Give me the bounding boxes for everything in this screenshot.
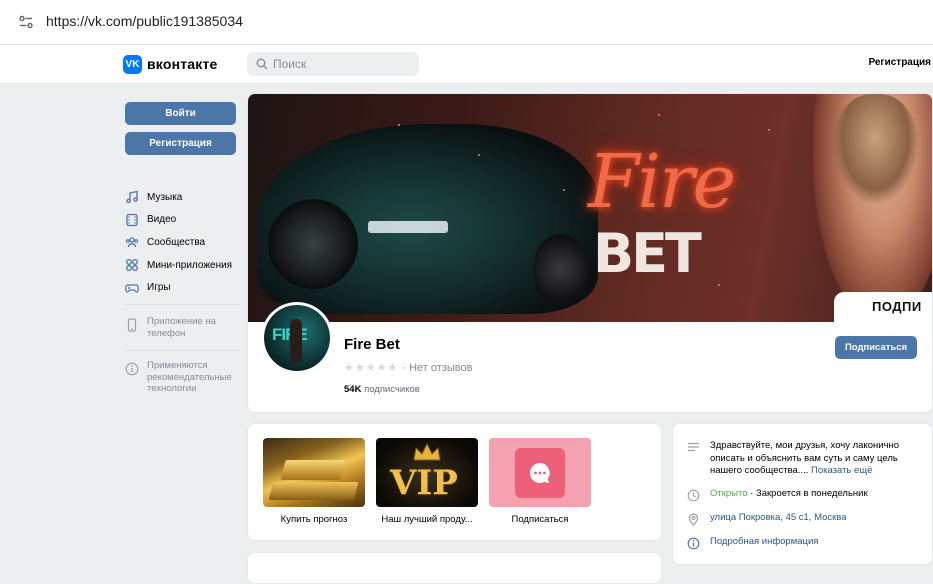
sidebar-item-label: Видео	[147, 214, 177, 226]
rec-note-text: Применяются рекомендательные технологии	[147, 360, 232, 394]
sidebar-item-video[interactable]: Видео	[125, 209, 240, 232]
sidebar-item-games[interactable]: Игры	[125, 276, 240, 299]
sidebar-item-label: Игры	[147, 282, 171, 294]
spark	[398, 124, 400, 126]
spark	[768, 129, 770, 131]
subscribers[interactable]: 54K подписчиков	[344, 384, 420, 395]
vk-logo-text: вконтакте	[147, 56, 218, 72]
info-icon	[687, 537, 700, 550]
star-icon: ★	[344, 362, 354, 374]
info-icon	[125, 362, 139, 376]
vk-logo-icon: VK	[123, 54, 142, 74]
subscribe-button[interactable]: Подписаться	[835, 336, 917, 359]
status-open: Открыто	[710, 488, 748, 499]
crown-icon	[413, 442, 441, 461]
sidebar-app-note[interactable]: Приложение на телефон	[125, 316, 217, 339]
url-field[interactable]: https://vk.com/public191385034	[46, 13, 243, 29]
cover-title-fire: Fire	[588, 139, 736, 225]
description-text: Здравствуйте, мои друзья, хочу лаконично…	[710, 440, 900, 476]
details-row: Подробная информация	[687, 536, 818, 550]
search-input[interactable]: Поиск	[247, 52, 419, 76]
sidebar-rec-note[interactable]: Применяются рекомендательные технологии	[125, 360, 242, 395]
vk-logo[interactable]: VK вконтакте	[123, 54, 218, 74]
rating-text: · Нет отзывов	[402, 361, 473, 374]
search-placeholder: Поиск	[273, 57, 307, 71]
details-link[interactable]: Подробная информация	[710, 536, 818, 550]
page-title: Fire Bet	[344, 336, 400, 353]
video-icon	[126, 213, 138, 227]
spark	[658, 114, 660, 116]
car-headlights-image	[368, 221, 448, 233]
avatar[interactable]: FIRE	[261, 302, 333, 374]
description-icon	[688, 442, 699, 452]
app-note-text: Приложение на телефон	[147, 316, 216, 339]
info-card: Здравствуйте, мои друзья, хочу лаконично…	[672, 423, 933, 565]
subscribers-label: подписчиков	[364, 384, 420, 395]
sidebar-item-label: Сообщества	[147, 236, 206, 248]
sidebar-item-communities[interactable]: Сообщества	[125, 231, 240, 254]
car-wheel-image	[268, 199, 358, 289]
sidebar-item-label: Мини-приложения	[147, 259, 233, 271]
chat-bubble-icon	[529, 462, 550, 483]
car-grille-image	[533, 234, 588, 304]
login-button[interactable]: Войти	[125, 102, 236, 125]
avatar-image: FIRE	[264, 305, 330, 371]
avatar-figure	[290, 319, 302, 363]
address-row: улица Покровка, 45 с1, Москва	[687, 512, 847, 526]
cover-title-bet: BET	[593, 222, 702, 285]
communities-icon	[125, 237, 139, 248]
sidebar-divider	[125, 350, 240, 351]
description-row: Здравствуйте, мои друзья, хочу лаконично…	[687, 440, 919, 478]
star-icon: ★	[376, 362, 387, 374]
clock-icon	[687, 489, 700, 502]
register-button[interactable]: Регистрация	[125, 132, 236, 155]
music-icon	[126, 190, 138, 204]
spark	[478, 154, 480, 156]
header-register-link[interactable]: Регистрация	[868, 57, 931, 68]
gold-bars-image	[268, 482, 359, 500]
vip-text: VIP	[390, 463, 458, 503]
wall-card	[247, 552, 662, 584]
star-icon: ★	[387, 362, 398, 374]
address-link[interactable]: улица Покровка, 45 с1, Москва	[710, 512, 847, 526]
browser-address-bar: https://vk.com/public191385034	[0, 0, 933, 45]
sidebar-item-mini-apps[interactable]: Мини-приложения	[125, 254, 240, 277]
games-icon	[125, 284, 139, 293]
sidebar-divider	[125, 304, 240, 305]
spark	[563, 189, 565, 191]
cover-badge-text: ПОДПИ	[872, 299, 922, 314]
product-caption[interactable]: Купить прогноз	[259, 514, 369, 525]
spark	[718, 284, 720, 286]
cover-person-hair	[833, 94, 918, 204]
product-caption[interactable]: Наш лучший проду...	[372, 514, 482, 525]
search-icon	[256, 58, 268, 70]
chat-tile	[515, 448, 565, 498]
product-caption[interactable]: Подписаться	[485, 514, 595, 525]
show-more-link[interactable]: Показать ещё	[811, 465, 872, 476]
status-close: · Закроется в понедельник	[750, 488, 868, 499]
sidebar-item-music[interactable]: Музыка	[125, 186, 240, 209]
products-card: Купить прогноз VIP Наш лучший проду... П…	[247, 423, 662, 541]
star-icon: ★	[365, 362, 376, 374]
cover-image: Fire BET ПОДПИ	[248, 94, 932, 322]
vk-header: VK вконтакте Поиск Регистрация	[0, 45, 933, 84]
location-pin-icon	[688, 513, 699, 526]
product-tile-vip[interactable]: VIP	[376, 438, 478, 507]
product-tile-subscribe[interactable]	[489, 438, 591, 507]
sidebar-item-label: Музыка	[147, 191, 183, 203]
star-icon: ★	[354, 362, 365, 374]
profile-card: Fire BET ПОДПИ FIRE Fire Bet ★ ★ ★ ★ ★ ·…	[247, 93, 933, 413]
status-row: Открыто · Закроется в понедельник	[687, 488, 868, 502]
gold-bars-image	[280, 460, 346, 480]
phone-icon	[127, 318, 137, 332]
subscribers-count: 54K	[344, 384, 362, 395]
cover-subscribe-badge: ПОДПИ	[834, 292, 932, 322]
product-tile-gold[interactable]	[263, 438, 365, 507]
mini-apps-icon	[126, 259, 138, 272]
sidebar-menu: Музыка Видео Сообщества Мини-приложения …	[125, 186, 240, 299]
site-settings-icon[interactable]	[18, 14, 34, 30]
rating[interactable]: ★ ★ ★ ★ ★ · Нет отзывов	[344, 361, 473, 375]
